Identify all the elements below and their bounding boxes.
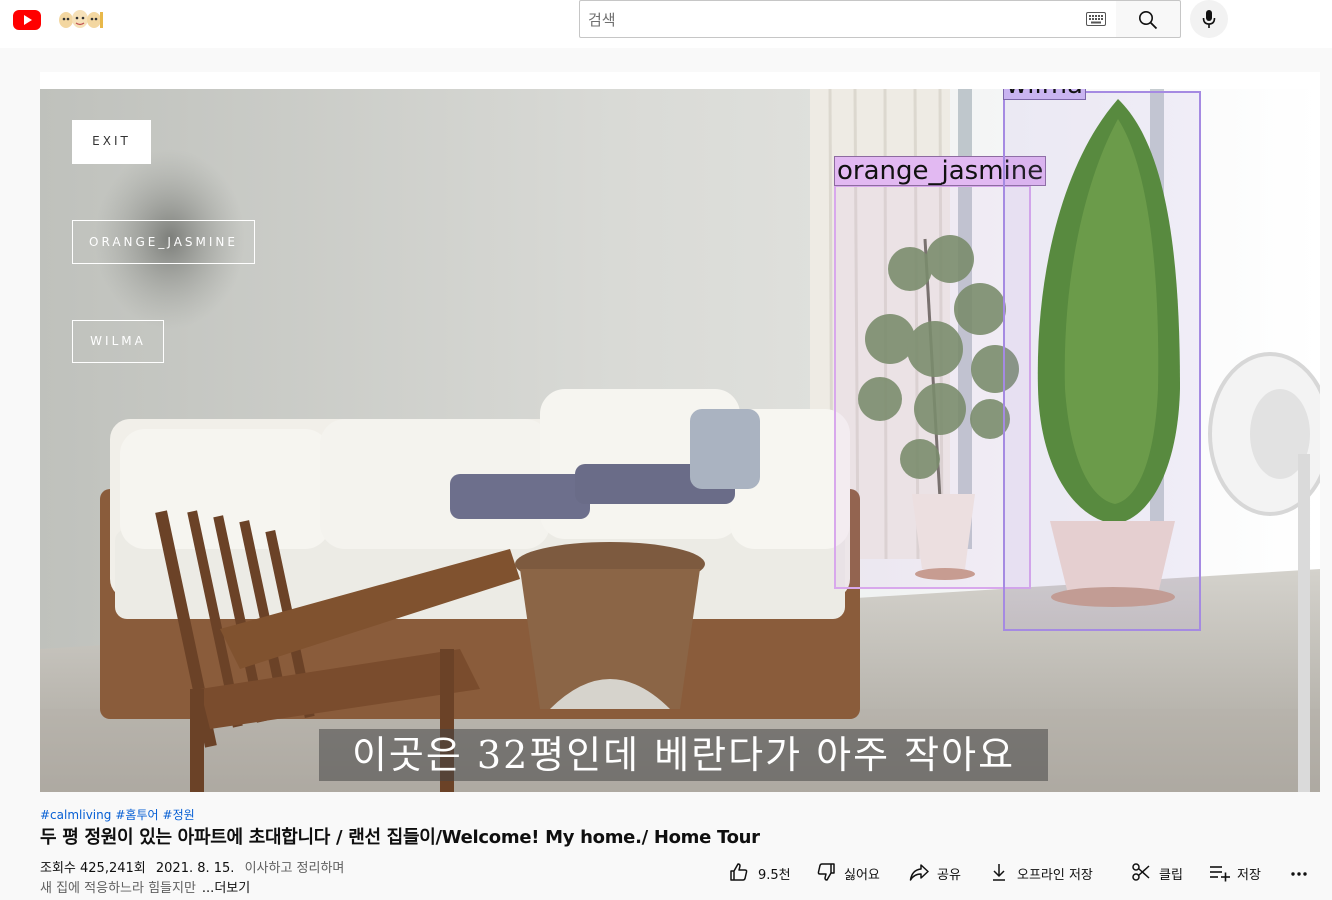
orange-jasmine-button[interactable]: ORANGE_JASMINE xyxy=(72,220,255,264)
top-bar xyxy=(0,0,1332,48)
save-button[interactable]: 저장 xyxy=(1209,860,1269,886)
description-line: 이사하고 정리하며 xyxy=(244,861,345,876)
clip-button[interactable]: 클립 xyxy=(1131,860,1191,886)
dislike-button[interactable]: 싫어요 xyxy=(816,860,891,886)
like-button[interactable]: 9.5천 xyxy=(729,860,799,886)
video-player[interactable]: orange_jasmine wilma EXIT ORANGE_JASMINE… xyxy=(40,89,1320,792)
hashtag-link[interactable]: #calmliving xyxy=(40,808,111,822)
like-count: 9.5천 xyxy=(758,868,791,883)
scissors-icon xyxy=(1132,863,1150,881)
search-box xyxy=(579,0,1117,38)
download-label: 오프라인 저장 xyxy=(1017,868,1093,883)
player-top-strip xyxy=(40,72,1320,89)
save-label: 저장 xyxy=(1237,868,1261,883)
download-button[interactable]: 오프라인 저장 xyxy=(991,860,1111,886)
more-actions-button[interactable] xyxy=(1289,860,1319,886)
microphone-icon xyxy=(1202,10,1216,28)
doodle-logo-icon[interactable] xyxy=(56,6,104,32)
detection-box-orange-jasmine xyxy=(834,185,1031,589)
hashtag-list: #calmliving #홈투어 #정원 xyxy=(40,806,199,823)
detection-label-wilma: wilma xyxy=(1003,89,1086,100)
hashtag-link[interactable]: #정원 xyxy=(163,808,195,822)
video-title: 두 평 정원이 있는 아파트에 초대합니다 / 랜선 집들이/Welcome! … xyxy=(40,827,760,848)
exit-button[interactable]: EXIT xyxy=(72,120,151,164)
share-label: 공유 xyxy=(937,868,961,883)
playlist-add-icon xyxy=(1210,866,1230,882)
upload-date: 2021. 8. 15. xyxy=(155,861,235,876)
video-description[interactable]: 새 집에 적응하느라 힘들지만 ...더보기 xyxy=(40,877,250,896)
share-icon xyxy=(909,864,929,881)
search-icon xyxy=(1139,11,1158,30)
voice-search-button[interactable] xyxy=(1190,0,1228,38)
description-line: 새 집에 적응하느라 힘들지만 xyxy=(40,881,196,896)
share-button[interactable]: 공유 xyxy=(909,860,969,886)
detection-box-wilma xyxy=(1003,91,1201,631)
youtube-logo-icon[interactable] xyxy=(13,10,41,30)
search-button[interactable] xyxy=(1116,0,1181,38)
clip-label: 클립 xyxy=(1159,868,1183,883)
dislike-label: 싫어요 xyxy=(844,868,880,883)
more-horiz-icon xyxy=(1291,872,1307,876)
hashtag-link[interactable]: #홈투어 xyxy=(115,808,158,822)
video-subtitle: 이곳은 32평인데 베란다가 아주 작아요 xyxy=(319,729,1048,781)
show-more-link[interactable]: ...더보기 xyxy=(202,881,250,896)
video-meta[interactable]: 조회수 425,241회 2021. 8. 15. 이사하고 정리하며 xyxy=(40,857,344,876)
thumbs-up-icon xyxy=(730,863,748,881)
thumbs-down-icon xyxy=(817,863,835,881)
keyboard-icon[interactable] xyxy=(1086,12,1106,26)
download-icon xyxy=(993,864,1005,881)
wilma-button[interactable]: WILMA xyxy=(72,320,164,363)
search-input[interactable] xyxy=(586,6,1080,34)
view-count: 조회수 425,241회 xyxy=(40,861,146,876)
